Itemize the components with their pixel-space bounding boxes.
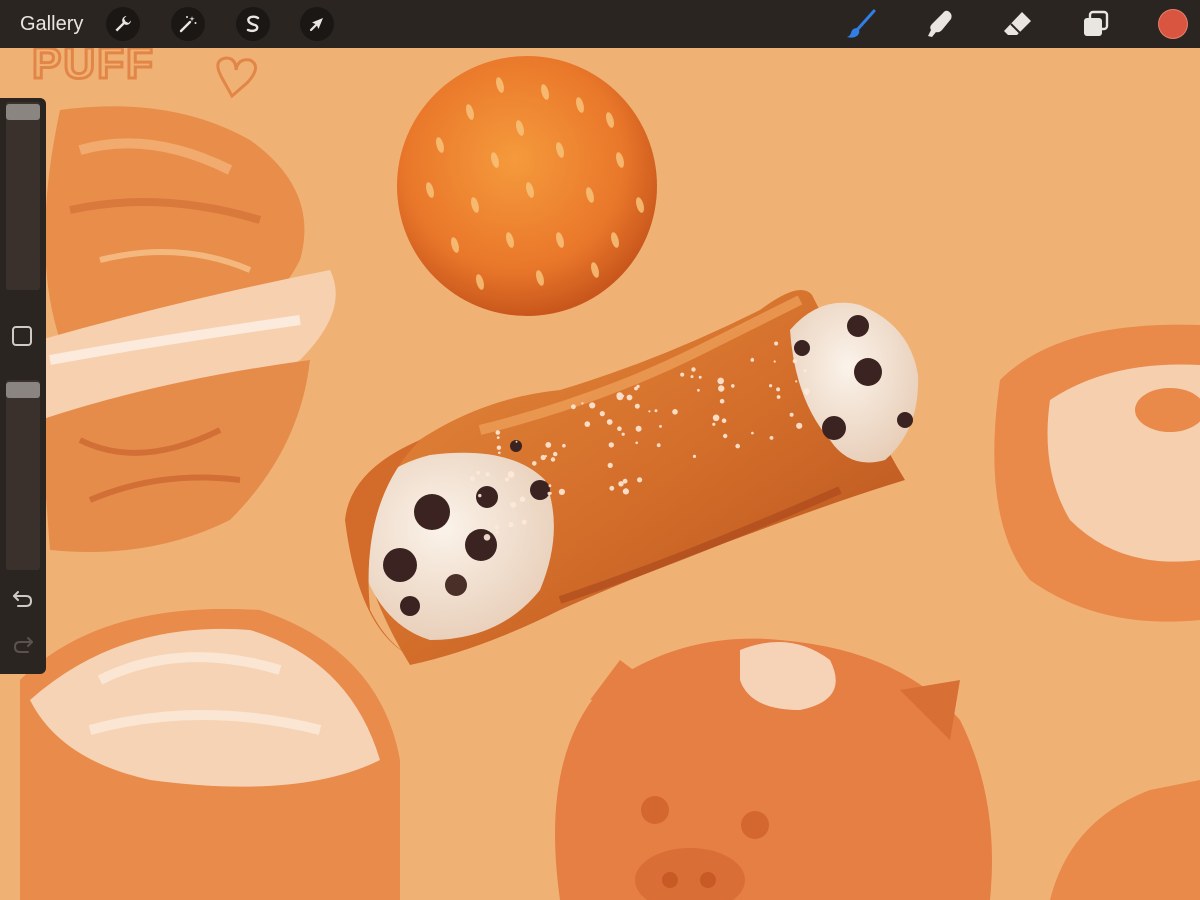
smudge-tool-button[interactable] xyxy=(924,8,956,40)
top-toolbar: Gallery xyxy=(0,0,1200,48)
actions-button[interactable] xyxy=(106,7,140,41)
left-sidebar xyxy=(0,98,46,674)
brush-icon xyxy=(847,9,876,38)
adjustments-button[interactable] xyxy=(171,7,205,41)
eraser-icon xyxy=(1004,12,1031,35)
gallery-button[interactable]: Gallery xyxy=(20,12,83,36)
color-picker-button[interactable] xyxy=(1158,9,1188,39)
brush-size-slider-thumb[interactable] xyxy=(6,104,40,120)
selection-s-icon xyxy=(246,15,260,33)
arrow-cursor-icon xyxy=(309,18,323,32)
redo-icon xyxy=(13,637,33,653)
opacity-slider-thumb[interactable] xyxy=(6,382,40,398)
drawing-canvas[interactable]: PUFF xyxy=(0,0,1200,900)
layers-icon xyxy=(1084,10,1109,36)
layers-button[interactable] xyxy=(1080,8,1112,40)
opacity-slider[interactable] xyxy=(6,380,40,570)
orange-bun xyxy=(397,56,657,316)
redo-button[interactable] xyxy=(10,634,36,656)
smudge-finger-icon xyxy=(928,10,952,37)
undo-button[interactable] xyxy=(10,588,36,610)
selection-button[interactable] xyxy=(236,7,270,41)
transform-button[interactable] xyxy=(300,7,334,41)
wrench-icon xyxy=(115,16,131,32)
brush-tool-button[interactable] xyxy=(846,8,878,40)
undo-icon xyxy=(13,591,33,607)
magic-wand-icon xyxy=(179,16,197,33)
modify-square-icon[interactable] xyxy=(12,326,32,346)
brush-size-slider[interactable] xyxy=(6,102,40,290)
eraser-tool-button[interactable] xyxy=(1002,8,1034,40)
procreate-app: PUFF Gallery xyxy=(0,0,1200,900)
